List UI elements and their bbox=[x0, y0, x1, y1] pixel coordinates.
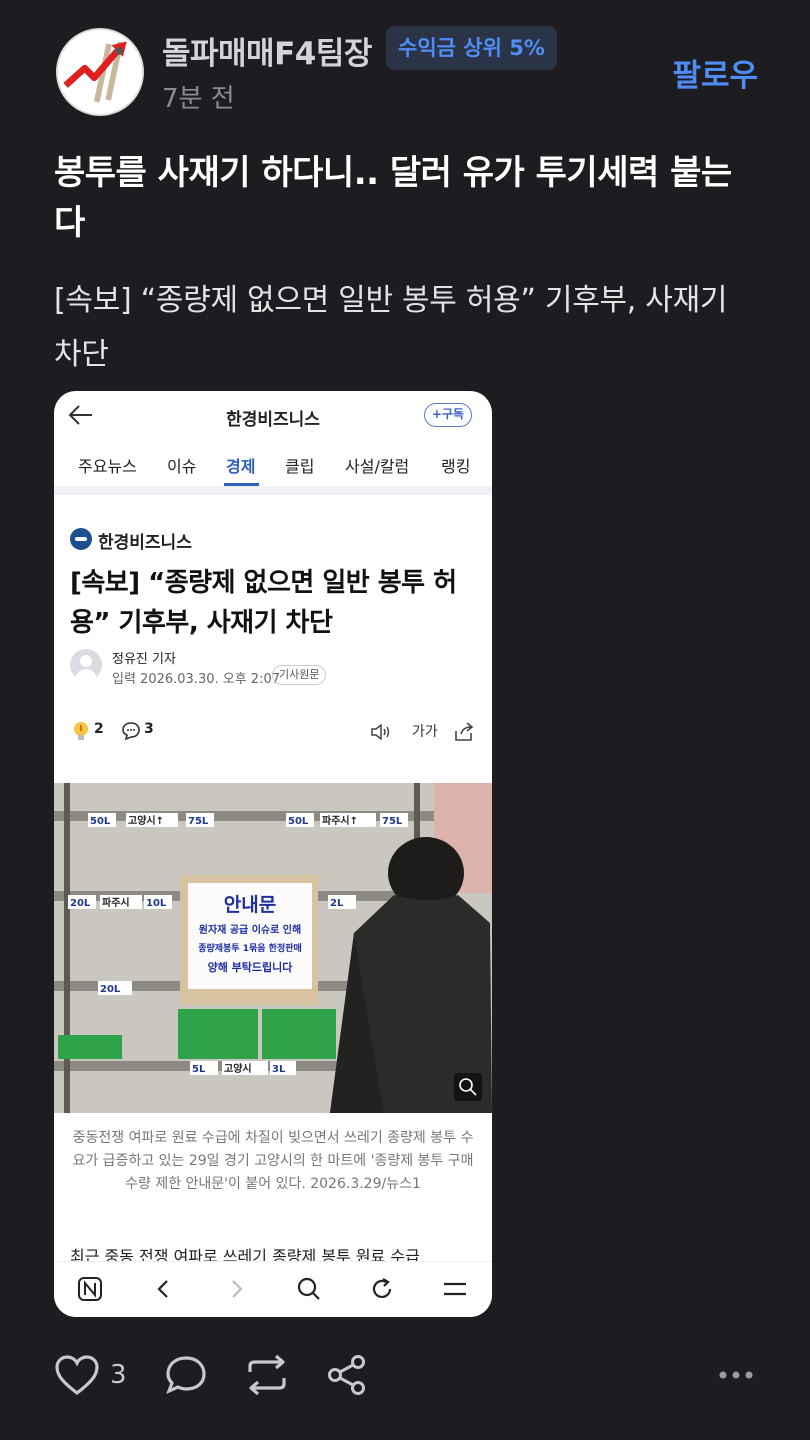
refresh-icon bbox=[365, 1272, 399, 1306]
shelf-label: 20L bbox=[100, 984, 121, 995]
share-icon bbox=[328, 1355, 365, 1395]
forward-chevron-icon bbox=[220, 1272, 254, 1306]
shelf-label: 10L bbox=[146, 898, 167, 909]
article-headline: [속보] “종량제 없으면 일반 봉투 허용” 기후부, 사재기 차단 bbox=[70, 568, 457, 638]
tab-ranking: 랭킹 bbox=[441, 457, 471, 476]
shelf-label: 2L bbox=[330, 898, 344, 909]
post-body: [속보] “종량제 없으면 일반 봉투 허용” 기후부, 사재기 차단 bbox=[54, 283, 728, 372]
post-time: 7분 전 bbox=[162, 84, 235, 114]
font-size-toggle: 가가 bbox=[412, 724, 438, 740]
reporter-name: 정유진 기자 bbox=[112, 652, 176, 667]
article-tabs: 주요뉴스 이슈 경제 클립 사설/칼럼 랭킹 bbox=[54, 451, 492, 487]
sign-line-2: 종량제봉투 1묶음 한정판매 bbox=[198, 942, 302, 954]
shelf-label: 파주시 bbox=[102, 896, 130, 909]
tab-main-news: 주요뉴스 bbox=[78, 457, 137, 476]
divider bbox=[54, 486, 492, 495]
subscribe-button: +구독 bbox=[423, 403, 472, 427]
article-photo: 안내문 원자재 공급 이슈로 인해 종량제봉투 1묶음 한정판매 양해 부탁드립… bbox=[54, 783, 492, 1113]
follow-button[interactable]: 팔로우 bbox=[672, 50, 758, 95]
article-actions: 2 3 가가 bbox=[54, 717, 492, 747]
lightbulb-icon bbox=[74, 722, 88, 740]
supermarket-shelf-photo: 안내문 원자재 공급 이슈로 인해 종량제봉투 1묶음 한정판매 양해 부탁드립… bbox=[54, 783, 492, 1113]
tab-clip: 클립 bbox=[285, 457, 315, 476]
repost-button[interactable] bbox=[244, 1350, 290, 1400]
article-date: 입력 2026.03.30. 오후 2:07 bbox=[112, 672, 280, 687]
source-logo-icon bbox=[70, 528, 92, 550]
article-topbar: 한경비즈니스 +구독 bbox=[54, 391, 492, 437]
share-out-icon bbox=[455, 722, 474, 741]
repost-icon bbox=[248, 1354, 286, 1396]
like-button[interactable]: 3 bbox=[54, 1350, 127, 1400]
rank-badge: 수익금 상위 5% bbox=[386, 26, 557, 70]
menu-icon bbox=[438, 1272, 472, 1306]
stock-chart-icon bbox=[58, 30, 142, 114]
tab-economy: 경제 bbox=[226, 457, 256, 476]
comment-count: 3 bbox=[144, 721, 154, 737]
username[interactable]: 돌파매매F4팀장 bbox=[162, 28, 372, 73]
search-icon bbox=[292, 1272, 326, 1306]
shelf-label: 20L bbox=[70, 898, 91, 909]
comment-bubble-icon bbox=[166, 1356, 206, 1395]
more-dots-icon bbox=[719, 1371, 753, 1379]
shelf-label: 5L bbox=[192, 1064, 206, 1075]
comment-icon bbox=[122, 722, 140, 741]
profile-avatar[interactable] bbox=[56, 28, 144, 116]
browser-bottom-bar bbox=[54, 1261, 492, 1317]
original-article-badge: 기사원문 bbox=[272, 665, 327, 685]
shelf-label: 50L bbox=[288, 816, 309, 827]
post-title: 봉투를 사재기 하다니.. 달러 유가 투기세력 붙는다 bbox=[54, 153, 732, 243]
shelf-label: 고양시↑ bbox=[128, 815, 164, 827]
sign-title: 안내문 bbox=[224, 894, 276, 916]
article-source: 한경비즈니스 bbox=[98, 533, 192, 553]
back-chevron-icon bbox=[146, 1272, 180, 1306]
more-options-button[interactable] bbox=[718, 1350, 754, 1400]
tab-editorial: 사설/칼럼 bbox=[345, 457, 410, 476]
shelf-label: 75L bbox=[188, 816, 209, 827]
naver-home-icon bbox=[73, 1272, 107, 1306]
shelf-label: 50L bbox=[90, 816, 111, 827]
speaker-icon bbox=[371, 723, 390, 741]
reporter-avatar bbox=[70, 649, 102, 681]
shelf-label: 75L bbox=[382, 816, 403, 827]
sign-line-1: 원자재 공급 이슈로 인해 bbox=[199, 923, 301, 936]
tab-issue: 이슈 bbox=[167, 457, 197, 476]
share-button[interactable] bbox=[326, 1350, 368, 1400]
like-count: 3 bbox=[110, 1360, 127, 1390]
shelf-label: 3L bbox=[272, 1064, 286, 1075]
shelf-label: 고양시 bbox=[224, 1063, 252, 1075]
shelf-label: 파주시↑ bbox=[322, 814, 358, 827]
embedded-article-image[interactable]: 한경비즈니스 +구독 주요뉴스 이슈 경제 클립 사설/칼럼 랭킹 한경비즈니스… bbox=[54, 391, 492, 1317]
comment-button[interactable] bbox=[164, 1350, 208, 1400]
reaction-count: 2 bbox=[94, 721, 104, 737]
heart-icon bbox=[55, 1355, 99, 1396]
sign-line-3: 양해 부탁드립니다 bbox=[208, 960, 294, 974]
photo-caption: 중동전쟁 여파로 원료 수급에 차질이 빚으면서 쓰레기 종량제 봉투 수요가 … bbox=[72, 1130, 474, 1192]
